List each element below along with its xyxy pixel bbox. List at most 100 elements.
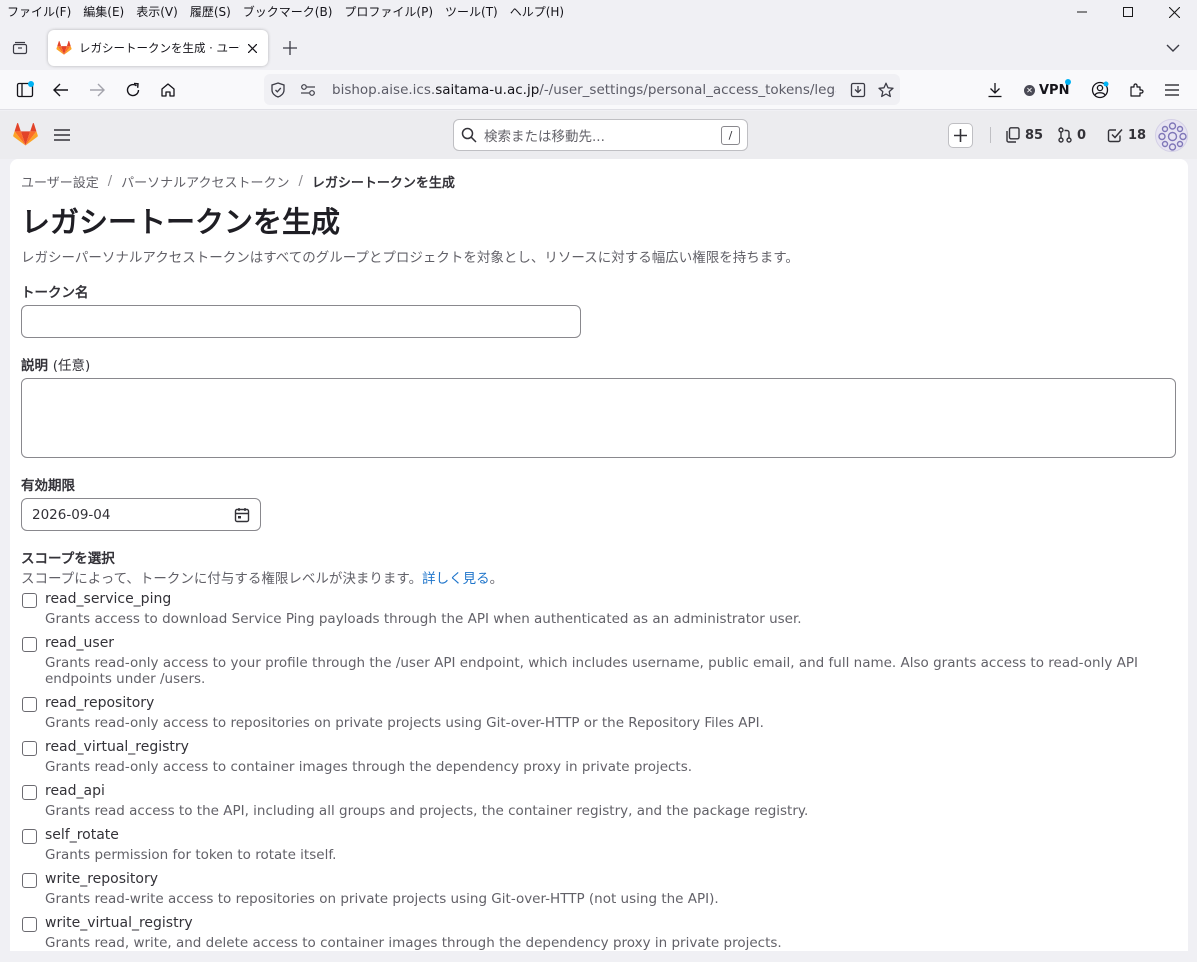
scope-checkbox[interactable] <box>22 741 37 756</box>
close-icon <box>247 43 257 53</box>
learn-more-suffix: 。 <box>489 571 504 587</box>
scope-read-service-ping: read_service_ping Grants access to downl… <box>21 591 1151 631</box>
merge-requests-button[interactable]: 0 <box>1058 124 1086 146</box>
tab-close-button[interactable] <box>244 40 260 56</box>
token-name-input[interactable] <box>21 305 581 338</box>
tab-folder-icon <box>12 41 28 55</box>
minimize-button[interactable] <box>1059 0 1105 24</box>
scopes-description: スコープによって、トークンに付与する権限レベルが決まります。詳しく見る。 <box>21 567 503 587</box>
scope-description: Grants read-only access to container ima… <box>45 759 693 775</box>
star-icon <box>878 82 894 97</box>
calendar-icon[interactable] <box>234 507 250 523</box>
tab-active[interactable]: レガシートークンを生成 · ユーザー設定 <box>48 30 268 66</box>
scope-checkbox[interactable] <box>22 917 37 932</box>
extensions-button[interactable] <box>1124 78 1148 102</box>
downloads-button[interactable] <box>983 78 1007 102</box>
menu-history[interactable]: 履歴(S) <box>184 1 237 23</box>
sidebar-toggle-button[interactable] <box>13 78 37 102</box>
scope-checkbox[interactable] <box>22 785 37 800</box>
app-menu-button[interactable] <box>1160 78 1184 102</box>
save-to-pocket-button[interactable] <box>844 82 872 98</box>
todos-button[interactable]: 18 <box>1107 124 1146 146</box>
scope-checkbox[interactable] <box>22 873 37 888</box>
search-placeholder: 検索または移動先... <box>484 129 605 145</box>
url-text[interactable]: bishop.aise.ics.saitama-u.ac.jp/-/user_s… <box>332 82 836 98</box>
menu-file[interactable]: ファイル(F) <box>0 1 77 23</box>
scope-checkbox[interactable] <box>22 697 37 712</box>
page-title: レガシートークンを生成 <box>21 205 341 239</box>
assigned-issues-button[interactable]: 85 <box>1006 124 1043 146</box>
scope-description: Grants access to download Service Ping p… <box>45 611 802 627</box>
navigation-bar: bishop.aise.ics.saitama-u.ac.jp/-/user_s… <box>0 70 1197 110</box>
header-divider <box>990 127 991 143</box>
menu-bookmarks[interactable]: ブックマーク(B) <box>237 1 339 23</box>
scope-name[interactable]: read_service_ping <box>45 591 171 607</box>
site-permissions-button[interactable] <box>294 83 322 97</box>
back-button[interactable] <box>49 78 73 102</box>
scope-name[interactable]: read_virtual_registry <box>45 739 189 755</box>
scope-name[interactable]: write_virtual_registry <box>45 915 193 931</box>
breadcrumb-user-settings[interactable]: ユーザー設定 <box>21 172 99 191</box>
main-content: ユーザー設定 / パーソナルアクセストークン / レガシートークンを生成 レガシ… <box>10 159 1188 951</box>
issues-icon <box>1006 127 1020 143</box>
user-avatar[interactable] <box>1155 119 1188 152</box>
search-input[interactable]: 検索または移動先... / <box>453 119 748 151</box>
gitlab-logo-icon[interactable] <box>12 122 39 147</box>
arrow-right-icon <box>90 83 105 97</box>
breadcrumb-current[interactable]: レガシートークンを生成 <box>312 172 455 191</box>
menu-tools[interactable]: ツール(T) <box>439 1 504 23</box>
vpn-button[interactable]: ✕ VPN <box>1024 79 1072 100</box>
bookmark-star-button[interactable] <box>872 82 900 98</box>
tracking-protection-button[interactable] <box>264 81 292 98</box>
scope-checkbox[interactable] <box>22 593 37 608</box>
issues-count: 85 <box>1025 127 1044 143</box>
todo-checkbox-icon <box>1107 129 1123 143</box>
new-tab-button[interactable] <box>280 38 300 58</box>
maximize-icon <box>1123 7 1133 17</box>
tab-bar: レガシートークンを生成 · ユーザー設定 <box>0 24 1197 70</box>
scope-description: Grants read-only access to repositories … <box>45 715 764 731</box>
scope-name[interactable]: read_api <box>45 783 105 799</box>
tab-list-button[interactable] <box>8 36 32 60</box>
menu-view[interactable]: 表示(V) <box>130 1 184 23</box>
breadcrumb-separator: / <box>298 174 303 189</box>
scope-checkbox[interactable] <box>22 637 37 652</box>
menu-bar: ファイル(F) 編集(E) 表示(V) 履歴(S) ブックマーク(B) プロファ… <box>0 0 1197 24</box>
hamburger-icon <box>54 129 70 141</box>
vpn-off-icon: ✕ <box>1024 84 1035 96</box>
description-textarea[interactable] <box>21 378 1176 458</box>
expiry-date-label: 有効期限 <box>21 478 75 494</box>
menu-edit[interactable]: 編集(E) <box>77 1 130 23</box>
account-button[interactable] <box>1088 78 1112 102</box>
sidebar-toggle-button[interactable] <box>52 125 72 145</box>
reload-button[interactable] <box>121 78 145 102</box>
learn-more-link[interactable]: 詳しく見る <box>422 571 490 587</box>
expiry-date-input[interactable]: 2026-09-04 <box>21 498 261 531</box>
token-name-label: トークン名 <box>21 285 89 301</box>
menu-help[interactable]: ヘルプ(H) <box>504 1 570 23</box>
breadcrumb-personal-access-tokens[interactable]: パーソナルアクセストークン <box>121 172 289 191</box>
home-button[interactable] <box>156 78 180 102</box>
hamburger-icon <box>1165 84 1179 96</box>
permissions-icon <box>301 83 315 96</box>
close-window-button[interactable] <box>1151 0 1197 24</box>
url-bar[interactable]: bishop.aise.ics.saitama-u.ac.jp/-/user_s… <box>264 74 900 105</box>
forward-button[interactable] <box>85 78 109 102</box>
create-new-button[interactable] <box>948 123 973 148</box>
scope-name[interactable]: read_repository <box>45 695 154 711</box>
close-icon <box>1168 6 1180 18</box>
window-controls <box>1059 0 1197 24</box>
scope-description: Grants read, write, and delete access to… <box>45 935 782 951</box>
breadcrumb-separator: / <box>107 174 113 189</box>
list-all-tabs-button[interactable] <box>1163 38 1183 58</box>
scope-name[interactable]: read_user <box>45 635 114 651</box>
scope-name[interactable]: self_rotate <box>45 827 119 843</box>
maximize-button[interactable] <box>1105 0 1151 24</box>
expiry-date-value: 2026-09-04 <box>32 506 111 523</box>
description-label: 説明 (任意) <box>21 354 90 374</box>
arrow-left-icon <box>53 83 68 97</box>
account-icon <box>1091 81 1109 99</box>
scope-checkbox[interactable] <box>22 829 37 844</box>
scope-name[interactable]: write_repository <box>45 871 158 887</box>
menu-profiles[interactable]: プロファイル(P) <box>338 1 439 23</box>
